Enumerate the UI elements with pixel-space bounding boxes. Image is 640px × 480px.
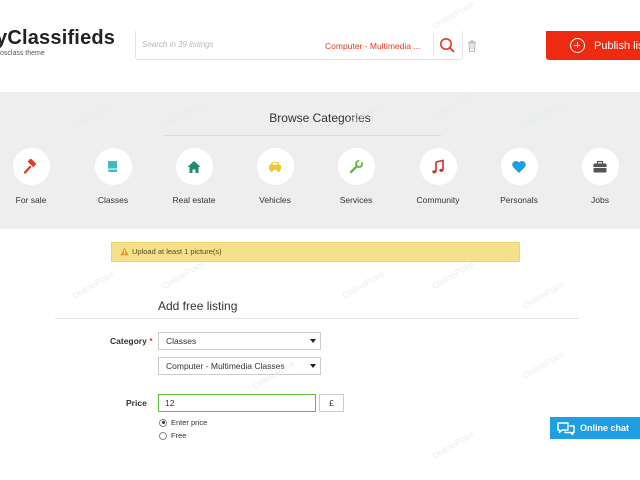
category-icon-circle — [419, 148, 457, 185]
price-field-label: Price — [126, 398, 147, 408]
category-label: Classes — [97, 195, 129, 205]
heart-icon — [512, 160, 526, 173]
category-icon-circle — [256, 148, 294, 185]
search-bar: Computer - Multimedia ... — [135, 31, 463, 60]
category-jobs[interactable]: Jobs — [560, 148, 640, 205]
form-title: Add free listing — [158, 299, 238, 313]
category-services[interactable]: Services — [316, 148, 396, 205]
category-label: Community — [416, 195, 460, 205]
category-label-text: Category — [110, 336, 147, 346]
watermark: OnlinePoint — [520, 279, 566, 311]
watermark: OnlinePoint — [430, 0, 476, 31]
category-label: Personals — [500, 195, 538, 205]
briefcase-icon — [593, 160, 607, 172]
price-input[interactable] — [158, 394, 316, 412]
chat-bubbles-icon — [557, 422, 575, 436]
plus-circle-icon — [570, 38, 585, 53]
online-chat-label: Online chat — [580, 423, 630, 433]
category-for-sale[interactable]: For sale — [0, 148, 71, 205]
radio-button-checked[interactable] — [159, 418, 167, 427]
search-input[interactable] — [142, 40, 292, 49]
browse-categories-title: Browse Categories — [269, 111, 371, 125]
category-label: Vehicles — [259, 195, 291, 205]
category-select-value: Classes — [166, 336, 197, 346]
subcategory-select[interactable]: Computer - Multimedia Classes — [158, 357, 321, 375]
category-icon-circle — [500, 148, 538, 185]
category-classes[interactable]: Classes — [73, 148, 153, 205]
gavel-icon — [23, 158, 37, 174]
search-category-select[interactable]: Computer - Multimedia ... — [325, 41, 420, 51]
search-icon — [440, 38, 455, 53]
category-select[interactable]: Classes — [158, 332, 321, 350]
form-divider — [55, 318, 579, 319]
category-vehicles[interactable]: Vehicles — [235, 148, 315, 205]
watermark: OnlinePoint — [430, 259, 476, 291]
music-icon — [432, 159, 444, 173]
upload-warning-alert: Upload at least 1 picture(s) — [111, 242, 520, 262]
category-icon-circle — [337, 148, 375, 185]
category-personals[interactable]: Personals — [479, 148, 559, 205]
category-label: For sale — [15, 195, 47, 205]
category-label: Real estate — [172, 195, 216, 205]
radio-button[interactable] — [159, 431, 167, 440]
book-icon — [107, 160, 117, 172]
watermark: OnlinePoint — [520, 349, 566, 381]
subcategory-select-value: Computer - Multimedia Classes — [166, 361, 285, 371]
category-icon-circle — [12, 148, 50, 185]
publish-listing-button[interactable]: Publish listing — [546, 31, 640, 60]
category-icon-circle — [175, 148, 213, 185]
house-icon — [187, 160, 201, 173]
browse-categories-section: Browse Categories For sale Classes Real … — [0, 92, 640, 229]
radio-enter-price[interactable]: Enter price — [159, 418, 207, 427]
radio-free-label: Free — [171, 431, 187, 440]
watermark: OnlinePoint — [70, 269, 116, 301]
category-community[interactable]: Community — [398, 148, 478, 205]
wrench-icon — [349, 158, 363, 173]
search-button[interactable] — [436, 35, 458, 55]
page: yClassifieds osclass theme Computer - Mu… — [0, 0, 640, 480]
car-icon — [269, 161, 281, 172]
radio-free[interactable]: Free — [159, 431, 186, 440]
online-chat-button[interactable]: Online chat — [550, 417, 640, 439]
site-logo-title[interactable]: yClassifieds — [0, 28, 115, 48]
category-label: Services — [339, 195, 373, 205]
watermark: OnlinePoint — [160, 259, 206, 291]
required-mark: * — [149, 336, 153, 346]
warning-icon — [120, 247, 129, 256]
currency-select[interactable]: £ — [319, 394, 344, 412]
category-icon-circle — [94, 148, 132, 185]
watermark: OnlinePoint — [430, 429, 476, 461]
category-real-estate[interactable]: Real estate — [154, 148, 234, 205]
radio-enter-price-label: Enter price — [171, 418, 208, 427]
alert-text: Upload at least 1 picture(s) — [132, 247, 222, 256]
category-label: Jobs — [591, 195, 609, 205]
category-icon-circle — [581, 148, 619, 185]
caret-down-icon — [310, 364, 316, 368]
watermark: OnlinePoint — [340, 269, 386, 301]
search-divider — [433, 34, 434, 56]
browse-divider — [165, 135, 441, 136]
trash-icon[interactable] — [467, 40, 477, 52]
site-logo-subtitle: osclass theme — [0, 50, 45, 57]
caret-down-icon — [310, 339, 316, 343]
category-field-label: Category * — [110, 336, 153, 346]
publish-listing-label: Publish listing — [594, 40, 640, 52]
